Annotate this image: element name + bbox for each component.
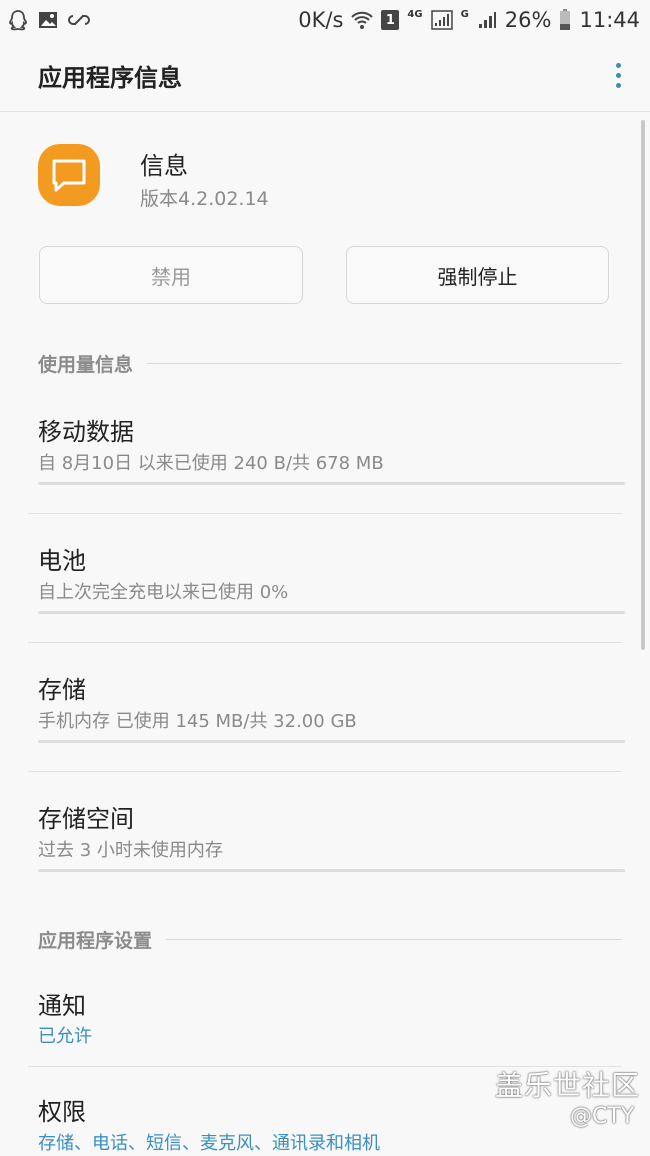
item-subtitle: 存储、电话、短信、麦克风、通讯录和相机 — [38, 1133, 380, 1154]
more-dot-icon — [615, 63, 621, 68]
qq-icon — [8, 9, 28, 31]
item-divider — [28, 771, 622, 772]
settings-section-title: 应用程序设置 — [38, 930, 153, 952]
item-subtitle: 自 8月10日 以来已使用 240 B/共 678 MB — [38, 453, 384, 474]
item-subtitle: 已允许 — [38, 1026, 92, 1047]
disable-button[interactable]: 禁用 — [39, 246, 303, 304]
messages-app-icon — [38, 144, 100, 206]
usage-bar — [38, 482, 625, 485]
section-divider — [147, 363, 622, 364]
page-title: 应用程序信息 — [38, 64, 182, 92]
item-title: 存储 — [38, 676, 86, 704]
more-options-button[interactable] — [598, 46, 638, 106]
usage-section-title: 使用量信息 — [38, 354, 134, 376]
watermark-handle: @CTY — [570, 1104, 635, 1129]
more-dot-icon — [615, 83, 621, 88]
link-icon — [68, 13, 90, 27]
more-dot-icon — [615, 73, 621, 78]
item-title: 移动数据 — [38, 418, 134, 446]
usage-bar — [38, 740, 625, 743]
settings-section-header: 应用程序设置 — [38, 926, 622, 953]
status-bar: 0K/s 1 4G G 26% 11:44 — [0, 0, 650, 40]
battery-percent: 26% — [504, 8, 552, 32]
item-subtitle: 过去 3 小时未使用内存 — [38, 840, 223, 861]
force-stop-button[interactable]: 强制停止 — [346, 246, 609, 304]
app-bar: 应用程序信息 — [0, 40, 650, 112]
item-title: 权限 — [38, 1098, 86, 1126]
clock: 11:44 — [579, 8, 640, 32]
item-title: 电池 — [38, 547, 86, 575]
app-name: 信息 — [140, 152, 188, 180]
net-g-label: G — [460, 8, 469, 20]
net-speed: 0K/s — [298, 8, 344, 32]
signal-icon — [430, 10, 453, 30]
item-subtitle: 手机内存 已使用 145 MB/共 32.00 GB — [38, 711, 357, 732]
sim-icon: 1 — [381, 10, 400, 30]
signal-icon-2 — [477, 10, 497, 30]
item-title: 存储空间 — [38, 805, 134, 833]
item-divider — [28, 642, 622, 643]
app-version: 版本4.2.02.14 — [140, 188, 269, 210]
usage-section-header: 使用量信息 — [38, 350, 622, 377]
net-4g-label: 4G — [407, 8, 423, 20]
section-divider — [166, 939, 622, 940]
app-header: 信息 版本4.2.02.14 — [0, 140, 650, 220]
item-subtitle: 自上次完全充电以来已使用 0% — [38, 582, 289, 603]
battery-icon — [559, 9, 571, 31]
usage-bar — [38, 611, 625, 614]
usage-bar — [38, 869, 625, 872]
mobile-data-item[interactable]: 移动数据 自 8月10日 以来已使用 240 B/共 678 MB — [0, 398, 650, 513]
memory-item[interactable]: 存储空间 过去 3 小时未使用内存 — [0, 785, 650, 900]
item-divider — [28, 513, 622, 514]
wifi-icon — [351, 10, 374, 30]
battery-item[interactable]: 电池 自上次完全充电以来已使用 0% — [0, 527, 650, 642]
storage-item[interactable]: 存储 手机内存 已使用 145 MB/共 32.00 GB — [0, 656, 650, 771]
item-title: 通知 — [38, 992, 86, 1020]
sim-label: 1 — [385, 12, 395, 28]
notifications-item[interactable]: 通知 已允许 — [0, 974, 650, 1066]
watermark-text: 盖乐世社区 — [495, 1069, 641, 1102]
gallery-icon — [38, 11, 58, 29]
